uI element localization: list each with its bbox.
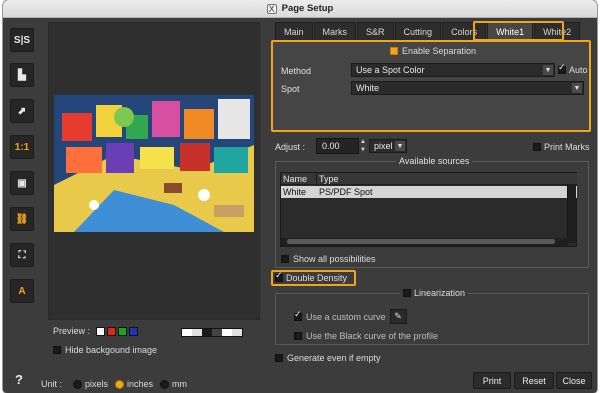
align-left-icon: ▙ bbox=[18, 69, 26, 81]
print-marks-row: Print Marks bbox=[533, 142, 590, 152]
generate-empty-label: Generate even if empty bbox=[287, 353, 381, 363]
custom-curve-checkbox[interactable] bbox=[294, 310, 302, 321]
fit-frame-icon: ▣ bbox=[17, 177, 27, 189]
generate-empty-row: Generate even if empty bbox=[275, 353, 381, 363]
align-left-button[interactable]: ▙ bbox=[10, 63, 34, 87]
reset-button[interactable]: Reset bbox=[514, 372, 554, 389]
link-button[interactable]: ⛓ bbox=[10, 207, 34, 231]
unit-selector: Unit : pixels inches mm bbox=[41, 379, 187, 389]
pencil-icon[interactable]: ✎ bbox=[389, 309, 407, 324]
sign-stencil-icon: S|S bbox=[13, 34, 31, 46]
preview-pane bbox=[48, 22, 260, 320]
sources-table-header: Name Type bbox=[281, 173, 577, 185]
swatch-white[interactable] bbox=[96, 326, 106, 336]
title-bar: X Page Setup bbox=[3, 0, 597, 18]
source-type: PS/PDF Spot bbox=[319, 187, 373, 197]
source-name: White bbox=[283, 187, 307, 197]
hide-background-checkbox[interactable] bbox=[53, 346, 61, 354]
custom-curve-label: Use a custom curve bbox=[306, 311, 386, 322]
sources-table: Name Type White PS/PDF Spot bbox=[280, 172, 577, 247]
linearization-checkbox[interactable] bbox=[403, 289, 411, 297]
adjust-input[interactable]: 0.00 bbox=[316, 138, 359, 154]
available-sources-title: Available sources bbox=[396, 156, 473, 166]
print-marks-label: Print Marks bbox=[544, 142, 590, 152]
swatch-blue[interactable] bbox=[129, 326, 139, 336]
separation-highlight bbox=[271, 40, 591, 132]
tab-main[interactable]: Main bbox=[275, 22, 313, 40]
close-button[interactable]: Close bbox=[556, 372, 592, 389]
help-icon[interactable]: ? bbox=[15, 372, 23, 387]
tone-strip-cell bbox=[202, 329, 212, 336]
black-curve-label: Use the Black curve of the profile bbox=[306, 331, 439, 341]
unit-label: Unit : bbox=[41, 379, 63, 389]
actual-size-icon: 1:1 bbox=[14, 141, 30, 153]
preview-image bbox=[54, 95, 254, 232]
page-setup-window: X Page Setup S|S ▙ ⬈ 1:1 ▣ ⛓ ⛶ A ? Previ… bbox=[3, 0, 597, 393]
unit-mm-label: mm bbox=[172, 379, 188, 389]
adjust-unit-value: pixel bbox=[374, 141, 393, 151]
print-button[interactable]: Print bbox=[473, 372, 511, 389]
fit-arrow-button[interactable]: ⬈ bbox=[10, 99, 34, 123]
tab-marks[interactable]: Marks bbox=[313, 22, 357, 40]
preview-label: Preview : bbox=[53, 326, 91, 336]
show-all-checkbox[interactable] bbox=[281, 255, 289, 263]
black-curve-checkbox[interactable] bbox=[294, 332, 302, 340]
sign-stencil-button[interactable]: S|S bbox=[10, 28, 34, 52]
auto-text-button[interactable]: A bbox=[10, 279, 34, 303]
custom-curve-row: Use a custom curve ✎ bbox=[294, 309, 407, 324]
actual-size-button[interactable]: 1:1 bbox=[10, 135, 34, 159]
window-title: Page Setup bbox=[281, 3, 334, 14]
linearization-title-row: Linearization bbox=[400, 288, 469, 298]
table-row[interactable]: White PS/PDF Spot bbox=[281, 186, 577, 198]
adjust-value: 0.00 bbox=[322, 141, 340, 151]
hide-background-row: Hide backgound image bbox=[53, 345, 157, 355]
unit-inches-radio[interactable] bbox=[115, 379, 125, 389]
fit-arrow-icon: ⬈ bbox=[17, 105, 27, 117]
tone-strip-cell bbox=[192, 329, 202, 336]
tone-strip-cell bbox=[222, 329, 232, 336]
unit-pixels-radio[interactable] bbox=[73, 379, 83, 389]
tab-cutting[interactable]: Cutting bbox=[394, 22, 442, 40]
show-all-label: Show all possibilities bbox=[293, 254, 376, 264]
preview-swatches: Preview : bbox=[53, 326, 139, 336]
fit-frame-button[interactable]: ▣ bbox=[10, 171, 34, 195]
left-toolbar: S|S ▙ ⬈ 1:1 ▣ ⛓ ⛶ A bbox=[3, 18, 39, 393]
swatch-green[interactable] bbox=[118, 326, 128, 336]
vertical-scrollbar[interactable] bbox=[567, 185, 576, 243]
double-density-highlight bbox=[271, 270, 356, 286]
generate-empty-checkbox[interactable] bbox=[275, 354, 283, 362]
white-tabs-highlight bbox=[473, 21, 564, 41]
adjust-stepper[interactable]: ▲ ▼ bbox=[359, 138, 367, 154]
tone-strip[interactable] bbox=[181, 328, 243, 337]
tone-strip-cell bbox=[232, 329, 242, 336]
show-all-row: Show all possibilities bbox=[281, 254, 376, 264]
chevron-down-icon: ▼ bbox=[395, 141, 405, 151]
expand-button[interactable]: ⛶ bbox=[10, 243, 34, 267]
column-header-name[interactable]: Name bbox=[281, 173, 317, 185]
swatch-red[interactable] bbox=[107, 326, 117, 336]
tone-strip-cell bbox=[182, 329, 192, 336]
horizontal-scrollbar[interactable] bbox=[281, 238, 568, 246]
hide-background-label: Hide backgound image bbox=[65, 345, 158, 355]
expand-icon: ⛶ bbox=[18, 249, 26, 261]
link-icon: ⛓ bbox=[15, 213, 29, 225]
unit-mm-radio[interactable] bbox=[160, 379, 170, 389]
xquartz-icon: X bbox=[266, 3, 277, 14]
black-curve-row: Use the Black curve of the profile bbox=[294, 331, 438, 341]
unit-pixels-label: pixels bbox=[85, 379, 109, 389]
tone-strip-cell bbox=[212, 329, 222, 336]
scroll-thumb[interactable] bbox=[287, 239, 555, 244]
adjust-unit-select[interactable]: pixel ▼ bbox=[369, 139, 407, 153]
auto-text-icon: A bbox=[18, 285, 26, 297]
tab-s-and-r[interactable]: S&R bbox=[357, 22, 394, 40]
linearization-title: Linearization bbox=[414, 288, 466, 298]
adjust-label: Adjust : bbox=[275, 142, 306, 152]
unit-inches-label: inches bbox=[127, 379, 154, 389]
print-marks-checkbox[interactable] bbox=[533, 143, 541, 151]
column-header-type[interactable]: Type bbox=[317, 173, 577, 185]
